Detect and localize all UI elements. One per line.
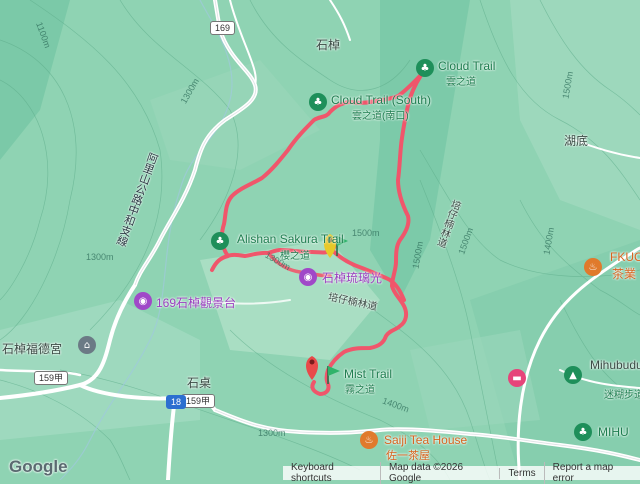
poi-cloud-trail[interactable]: Cloud Trail (438, 59, 495, 73)
poi-mist-trail-sub: 霧之道 (345, 385, 375, 396)
poi-cloud-trail-south-sub: 雲之道(南口) (352, 111, 409, 122)
poi-mihubudu[interactable]: Mihubudu (590, 358, 640, 372)
report-error-link[interactable]: Report a map error (543, 462, 640, 484)
poi-fude-temple[interactable]: 石棹福德宮 (2, 340, 62, 357)
keyboard-shortcuts-link[interactable]: Keyboard shortcuts (283, 462, 380, 484)
poi-fkuc[interactable]: FKUC (610, 250, 640, 264)
trail-marker-icon[interactable]: ♣ (309, 93, 327, 111)
poi-shizhuo-light[interactable]: 石棹琉璃光 (322, 269, 382, 286)
terms-link[interactable]: Terms (499, 467, 543, 479)
contour-label: 1300m (86, 252, 114, 262)
place-shizhuo-lower: 石桌 (187, 376, 212, 390)
contour-label: 1300m (258, 428, 286, 438)
food-icon[interactable]: ♨ (360, 431, 378, 449)
poi-mihu-trail: 迷糊步道 (604, 390, 640, 401)
food-icon[interactable]: ♨ (584, 258, 602, 276)
poi-tea-industry: 茶業 (612, 267, 637, 281)
park-icon[interactable]: ♣ (574, 423, 592, 441)
poi-mihu[interactable]: MIHU (598, 425, 629, 439)
attraction-icon[interactable]: ◉ (299, 268, 317, 286)
road-shield-18: 18 (166, 395, 187, 409)
poi-cloud-trail-south[interactable]: Cloud Trail (South) (331, 93, 431, 107)
poi-alishan-sakura-trail-sub: 櫻之道 (280, 251, 310, 262)
poi-alishan-sakura-trail[interactable]: Alishan Sakura Trail (237, 232, 344, 246)
attraction-icon[interactable]: ◉ (134, 292, 152, 310)
park-icon[interactable]: ▲ (564, 366, 582, 384)
poi-saiji-tea-house-zh: 佐一茶屋 (386, 450, 430, 462)
attribution-bar: Keyboard shortcuts Map data ©2026 Google… (283, 462, 640, 484)
poi-cloud-trail-sub: 雲之道 (446, 77, 476, 88)
contour-label: 1500m (352, 228, 380, 238)
poi-mist-trail[interactable]: Mist Trail (344, 367, 392, 381)
google-logo: Google (9, 457, 68, 476)
road-shield-159a: 159甲 (34, 371, 69, 385)
poi-observation-deck[interactable]: 169石棹觀景台 (156, 294, 236, 311)
road-shield-159a: 159甲 (181, 394, 216, 408)
place-shizhuo: 石棹 (316, 38, 341, 52)
trail-marker-icon[interactable]: ♣ (416, 59, 434, 77)
place-hudi: 湖底 (564, 134, 589, 148)
trail-marker-icon[interactable]: ♣ (211, 232, 229, 250)
road-shield-169: 169 (210, 21, 236, 35)
map-data-text: Map data ©2026 Google (379, 462, 499, 484)
temple-icon[interactable]: ⌂ (78, 336, 96, 354)
poi-saiji-tea-house[interactable]: Saiji Tea House (384, 433, 467, 447)
hotel-icon[interactable]: ▬ (508, 369, 526, 387)
